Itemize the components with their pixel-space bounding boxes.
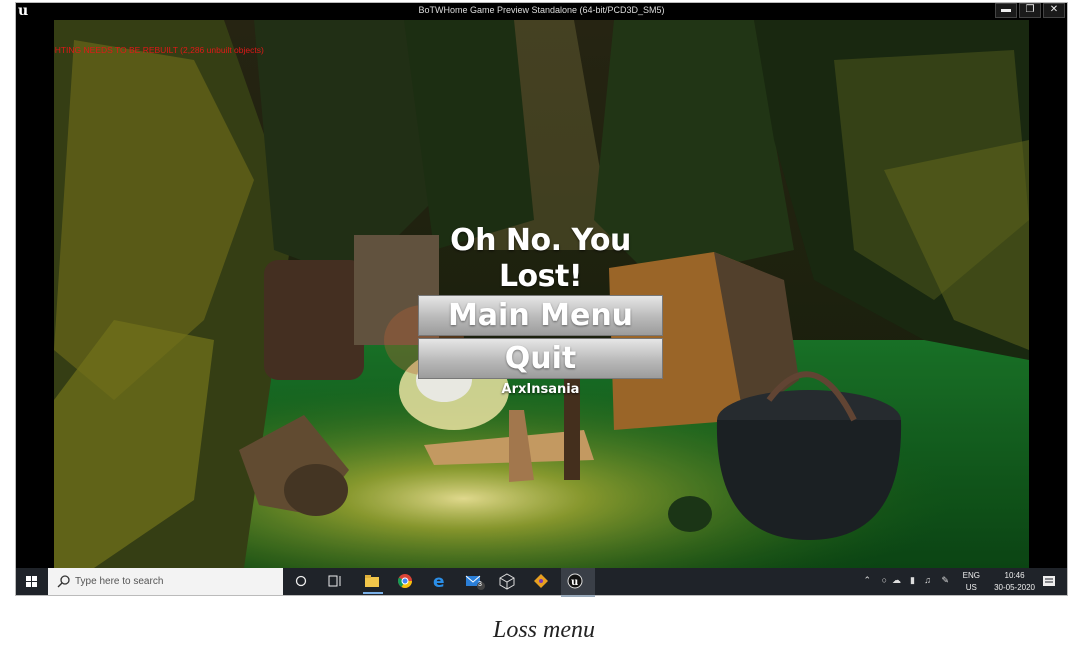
language-label: ENG [962, 571, 980, 580]
windows-logo-icon [26, 576, 37, 587]
windows-taskbar: Type here to search e 3 u ⌃ ○ ☁ ▮ ♫ ✎ EN… [16, 568, 1067, 597]
lighting-warning: LIGHTING NEEDS TO BE REBUILT (2,286 unbu… [54, 45, 264, 55]
task-view-icon[interactable] [323, 568, 357, 595]
volume-icon[interactable]: ♫ [924, 575, 931, 585]
region-label: US [965, 583, 977, 592]
clock-date: 30-05-2020 [994, 583, 1035, 592]
loss-menu: Oh No. You Lost! Main Menu Quit ArxInsan… [418, 223, 663, 397]
game-viewport: LIGHTING NEEDS TO BE REBUILT (2,286 unbu… [54, 20, 1029, 568]
start-button[interactable] [16, 568, 48, 595]
game-window: u BoTWHome Game Preview Standalone (64-b… [16, 3, 1067, 597]
clock[interactable]: 10:46 30-05-2020 [994, 570, 1035, 594]
edge-icon[interactable]: e [425, 568, 459, 595]
clock-time: 10:46 [1004, 571, 1025, 580]
figure-caption: Loss menu [492, 617, 595, 643]
mail-badge: 3 [478, 581, 482, 588]
svg-text:u: u [571, 577, 578, 588]
chevron-up-icon[interactable]: ⌃ [863, 575, 871, 586]
language-indicator[interactable]: ENG US [963, 570, 980, 594]
git-icon[interactable] [527, 568, 561, 595]
search-icon [57, 575, 70, 588]
notification-icon[interactable] [1041, 568, 1057, 595]
search-placeholder: Type here to search [75, 576, 164, 587]
mail-icon[interactable]: 3 [459, 568, 493, 595]
svg-text:e: e [433, 572, 445, 592]
title-bar[interactable]: u BoTWHome Game Preview Standalone (64-b… [16, 3, 1067, 20]
onedrive-icon[interactable]: ☁ [892, 575, 901, 586]
pen-icon[interactable]: ✎ [941, 575, 949, 586]
quit-button[interactable]: Quit [418, 338, 663, 379]
window-title: BoTWHome Game Preview Standalone (64-bit… [418, 5, 665, 15]
chrome-icon[interactable] [391, 568, 425, 595]
unreal-engine-icon[interactable]: u [561, 568, 595, 597]
network-icon[interactable]: ○ [882, 575, 887, 585]
file-explorer-icon[interactable] [357, 568, 391, 595]
system-tray: ⌃ ○ ☁ ▮ ♫ ✎ ENG US 10:46 30-05-2020 [863, 568, 1067, 595]
loss-title: Oh No. You Lost! [450, 223, 631, 294]
main-menu-button[interactable]: Main Menu [418, 295, 663, 336]
minimize-button[interactable]: ▬ [995, 3, 1017, 18]
close-button[interactable]: ✕ [1043, 3, 1065, 18]
taskbar-search-box[interactable]: Type here to search [48, 568, 283, 595]
battery-icon[interactable]: ▮ [910, 575, 915, 586]
restore-button[interactable]: ❐ [1019, 3, 1041, 18]
cortana-icon[interactable] [289, 568, 323, 595]
3d-viewer-icon[interactable] [493, 568, 527, 595]
credit-text: ArxInsania [501, 382, 580, 397]
